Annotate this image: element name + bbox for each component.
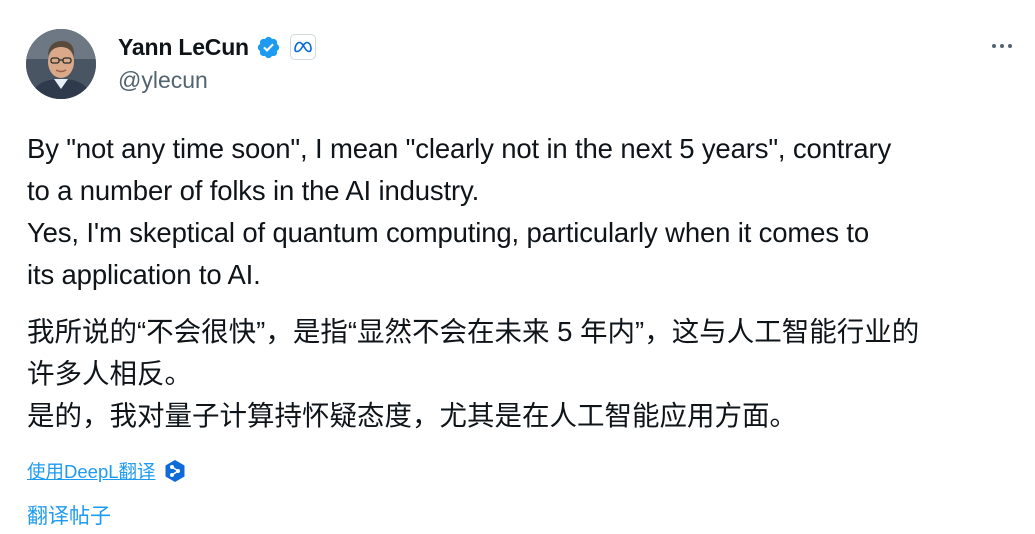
author-display-name[interactable]: Yann LeCun [118, 34, 249, 61]
deepl-translate-link[interactable]: 使用DeepL翻译 [27, 458, 156, 484]
translated-text-line: 许多人相反。 [27, 358, 192, 389]
deepl-translate-row: 使用DeepL翻译 [27, 457, 186, 485]
avatar[interactable] [26, 29, 96, 99]
tweet-text-line: to a number of folks in the AI industry. [27, 175, 480, 206]
author-name-row: Yann LeCun [118, 32, 316, 62]
verified-badge-icon[interactable] [256, 35, 281, 60]
author-handle[interactable]: @ylecun [118, 67, 208, 94]
tweet-text-line: By "not any time soon", I mean "clearly … [27, 133, 892, 164]
more-dot [992, 44, 996, 48]
deepl-logo-icon[interactable] [164, 459, 186, 483]
tweet-text-line: its application to AI. [27, 259, 261, 290]
tweet-text: By "not any time soon", I mean "clearly … [27, 128, 1012, 296]
translated-text-line: 是的，我对量子计算持怀疑态度，尤其是在人工智能应用方面。 [27, 400, 797, 431]
translated-text-line: 我所说的“不会很快”，是指“显然不会在未来 5 年内”，这与人工智能行业的 [27, 316, 920, 347]
more-dot [1000, 44, 1004, 48]
translate-post-link[interactable]: 翻译帖子 [27, 500, 111, 530]
translated-text: 我所说的“不会很快”，是指“显然不会在未来 5 年内”，这与人工智能行业的 许多… [27, 311, 1027, 437]
more-icon[interactable] [984, 34, 1020, 58]
tweet-text-line: Yes, I'm skeptical of quantum computing,… [27, 217, 870, 248]
more-dot [1008, 44, 1012, 48]
meta-logo-icon[interactable] [289, 34, 316, 60]
avatar-photo [26, 29, 96, 99]
